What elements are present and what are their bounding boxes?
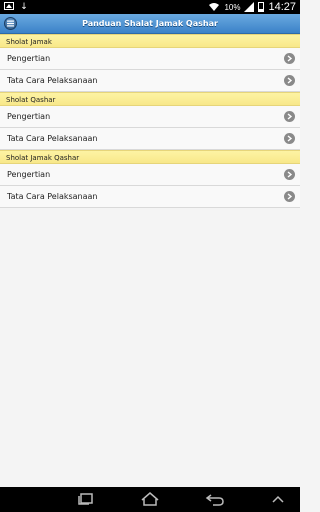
signal-icon xyxy=(244,2,255,12)
list-item-jamak-tata-cara[interactable]: Tata Cara Pelaksanaan xyxy=(0,70,300,92)
chevron-up-icon[interactable] xyxy=(268,492,288,506)
list-item-jamak-qashar-tata-cara[interactable]: Tata Cara Pelaksanaan xyxy=(0,186,300,208)
home-icon[interactable] xyxy=(140,492,160,506)
list-item-label: Pengertian xyxy=(7,112,51,121)
menu-list: Sholat Jamak Pengertian Tata Cara Pelaks… xyxy=(0,34,300,208)
list-item-jamak-pengertian[interactable]: Pengertian xyxy=(0,48,300,70)
photo-icon xyxy=(4,2,14,10)
status-time: 14:27 xyxy=(268,1,296,13)
page-title: Panduan Shalat Jamak Qashar xyxy=(82,19,218,28)
list-item-label: Pengertian xyxy=(7,54,51,63)
list-item-label: Tata Cara Pelaksanaan xyxy=(7,76,98,85)
chevron-right-icon xyxy=(284,191,295,202)
recent-apps-icon[interactable] xyxy=(76,492,96,506)
section-header-sholat-qashar: Sholat Qashar xyxy=(0,92,300,106)
download-icon: ↓ xyxy=(20,2,28,12)
battery-icon xyxy=(258,2,265,12)
chevron-right-icon xyxy=(284,133,295,144)
status-bar: ↓ 10% 14:27 xyxy=(0,0,300,14)
chevron-right-icon xyxy=(284,75,295,86)
chevron-right-icon xyxy=(284,169,295,180)
app-header: Panduan Shalat Jamak Qashar xyxy=(0,14,300,34)
list-item-label: Pengertian xyxy=(7,170,51,179)
back-icon[interactable] xyxy=(205,492,225,506)
wifi-icon xyxy=(209,3,220,11)
section-header-sholat-jamak: Sholat Jamak xyxy=(0,34,300,48)
chevron-right-icon xyxy=(284,53,295,64)
navigation-bar xyxy=(0,487,300,512)
battery-percent: 10% xyxy=(224,2,241,12)
list-item-qashar-pengertian[interactable]: Pengertian xyxy=(0,106,300,128)
list-item-label: Tata Cara Pelaksanaan xyxy=(7,192,98,201)
list-item-label: Tata Cara Pelaksanaan xyxy=(7,134,98,143)
list-item-jamak-qashar-pengertian[interactable]: Pengertian xyxy=(0,164,300,186)
chevron-right-icon xyxy=(284,111,295,122)
list-item-qashar-tata-cara[interactable]: Tata Cara Pelaksanaan xyxy=(0,128,300,150)
section-header-sholat-jamak-qashar: Sholat Jamak Qashar xyxy=(0,150,300,164)
